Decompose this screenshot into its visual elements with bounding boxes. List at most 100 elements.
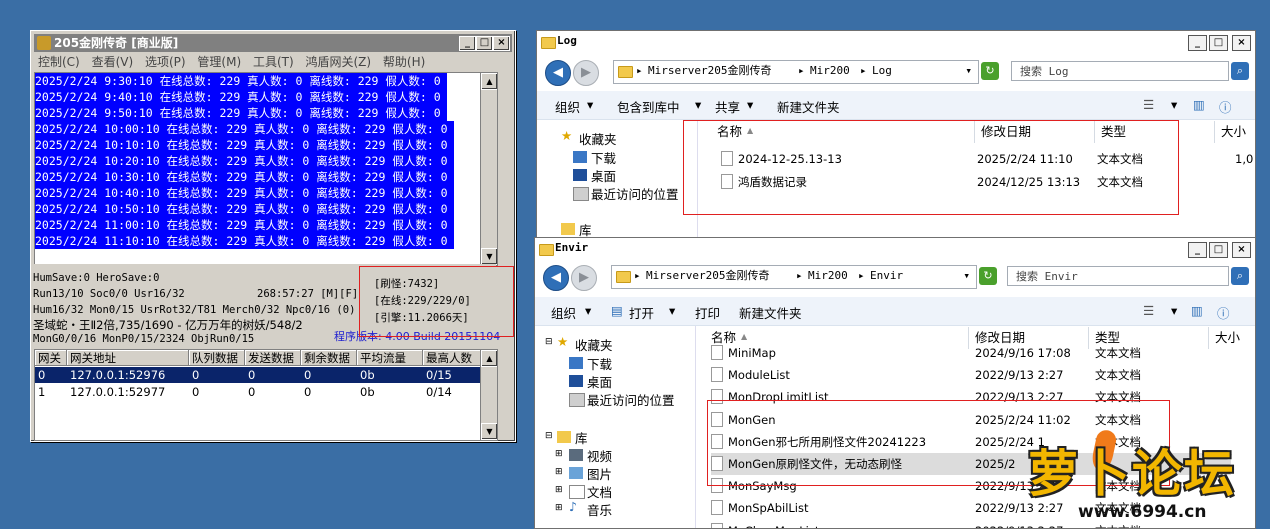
log-address-bar[interactable]: ▸ Mirserver205金刚传奇 ▸ Mir200 ▸ Log ▾ [613,60,979,84]
nav-documents[interactable]: 文档 [587,482,612,501]
cmd-print[interactable]: 打印 [695,303,720,322]
nav-pictures[interactable]: 图片 [587,464,612,483]
table-scrollbar[interactable]: ▲ ▼ [480,350,497,440]
menu-control[interactable]: 控制(C) [38,55,80,69]
menu-gateway[interactable]: 鸿盾网关(Z) [306,55,372,69]
maximize-button[interactable]: □ [476,36,493,51]
view-options-icon[interactable]: ☰ [1143,303,1154,318]
cmd-organize[interactable]: 组织 [551,303,576,322]
envir-address-bar[interactable]: ▸ Mirserver205金刚传奇 ▸ Mir200 ▸ Envir ▾ [611,265,977,289]
col-send[interactable]: 发送数据 [245,350,301,366]
crumb-envir[interactable]: Envir [870,266,903,286]
log-search-input[interactable]: 搜索 Log [1011,61,1229,81]
nav-favorites[interactable]: 收藏夹 [575,335,613,354]
expand-icon[interactable]: ⊞ [555,485,563,495]
cmd-organize[interactable]: 组织 [555,97,580,116]
expand-icon[interactable]: ⊞ [555,467,563,477]
address-dropdown-icon[interactable]: ▾ [963,266,970,286]
col-gateway[interactable]: 网关 [35,350,67,366]
scroll-up-icon[interactable]: ▲ [481,73,497,90]
cmd-include-library[interactable]: 包含到库中 [617,97,680,116]
menu-manage[interactable]: 管理(M) [197,55,241,69]
menu-tools[interactable]: 工具(T) [253,55,294,69]
log-line: 2025/2/24 10:10:10 在线总数: 229 真人数: 0 离线数:… [35,137,497,153]
close-button[interactable]: × [1232,35,1251,51]
nav-desktop[interactable]: 桌面 [587,372,612,391]
text-file-icon [711,367,723,383]
help-icon[interactable]: ⓘ [1219,97,1232,116]
maximize-button[interactable]: □ [1209,35,1228,51]
address-dropdown-icon[interactable]: ▾ [965,61,972,81]
view-options-icon[interactable]: ☰ [1143,97,1154,112]
minimize-button[interactable]: _ [1188,242,1207,258]
cmd-new-folder[interactable]: 新建文件夹 [777,97,840,116]
preview-pane-icon[interactable]: ▥ [1193,97,1205,112]
col-address[interactable]: 网关地址 [67,350,189,366]
scroll-up-icon[interactable]: ▲ [481,350,497,367]
log-line-text: 2025/2/24 10:10:10 在线总数: 229 真人数: 0 离线数:… [35,137,454,153]
nav-downloads[interactable]: 下载 [587,354,612,373]
col-max[interactable]: 最高人数 [423,350,481,366]
gateway-table[interactable]: 网关 网关地址 队列数据 发送数据 剩余数据 平均流量 最高人数 0 127.0… [34,349,498,441]
cmd-open[interactable]: 打开 [629,303,654,322]
recent-places-icon [573,187,589,201]
crumb-mir200[interactable]: Mir200 [810,61,850,81]
expand-icon[interactable]: ⊟ [545,431,553,441]
envir-titlebar[interactable]: Envir _ □ × [535,238,1255,260]
maximize-button[interactable]: □ [1209,242,1228,258]
chevron-down-icon[interactable]: ▾ [1171,303,1177,318]
cmd-share[interactable]: 共享 [715,97,740,116]
chevron-down-icon: ▾ [587,97,594,112]
col-size[interactable]: 大小 [1215,121,1255,143]
nav-favorites[interactable]: 收藏夹 [579,129,617,148]
nav-desktop[interactable]: 桌面 [591,166,616,185]
log-scrollbar[interactable]: ▲ ▼ [480,73,497,265]
expand-icon[interactable]: ⊞ [555,449,563,459]
minimize-button[interactable]: _ [1188,35,1207,51]
preview-pane-icon[interactable]: ▥ [1191,303,1203,318]
nav-recent[interactable]: 最近访问的位置 [591,184,679,203]
back-button[interactable]: ◀ [545,60,571,86]
col-remain[interactable]: 剩余数据 [301,350,357,366]
chevron-down-icon[interactable]: ▾ [1171,97,1177,112]
nav-library[interactable]: 库 [575,428,588,447]
row0-gateway: 0 [38,368,46,382]
col-queue[interactable]: 队列数据 [189,350,245,366]
crumb-log[interactable]: Log [872,61,892,81]
game-server-titlebar[interactable]: 205金刚传奇 [商业版] _ □ × [34,34,512,52]
help-icon[interactable]: ⓘ [1217,303,1230,322]
close-button[interactable]: × [1232,242,1251,258]
expand-icon[interactable]: ⊟ [545,337,553,347]
close-button[interactable]: × [493,36,510,51]
nav-downloads[interactable]: 下载 [591,148,616,167]
back-button[interactable]: ◀ [543,265,569,291]
crumb-mirserver[interactable]: Mirserver205金刚传奇 [648,61,771,81]
log-titlebar[interactable]: Log _ □ × [537,31,1255,53]
scroll-down-icon[interactable]: ▼ [481,248,497,265]
expand-icon[interactable]: ⊞ [555,503,563,513]
minimize-button[interactable]: _ [459,36,476,51]
scroll-down-icon[interactable]: ▼ [481,423,497,440]
menu-options[interactable]: 选项(P) [145,55,186,69]
list-item[interactable]: MiniMap 2024/9/16 17:08 文本文档 [711,342,1231,364]
search-icon[interactable]: ⌕ [1231,62,1249,80]
col-traffic[interactable]: 平均流量 [357,350,423,366]
forward-button[interactable]: ▶ [573,60,599,86]
search-icon[interactable]: ⌕ [1231,267,1249,285]
menu-view[interactable]: 查看(V) [92,55,134,69]
refresh-button[interactable]: ↻ [979,267,997,285]
envir-search-input[interactable]: 搜索 Envir [1007,266,1229,286]
crumb-mir200[interactable]: Mir200 [808,266,848,286]
refresh-button[interactable]: ↻ [981,62,999,80]
log-panel[interactable]: 2025/2/24 9:30:10 在线总数: 229 真人数: 0 离线数: … [34,72,498,266]
forward-button[interactable]: ▶ [571,265,597,291]
crumb-mirserver[interactable]: Mirserver205金刚传奇 [646,266,769,286]
list-item[interactable]: ModuleList 2022/9/13 2:27 文本文档 [711,364,1231,386]
table-row[interactable]: 0 127.0.0.1:52976 0 0 0 0b 0/15 [35,367,481,383]
cmd-new-folder[interactable]: 新建文件夹 [739,303,802,322]
table-row[interactable]: 1 127.0.0.1:52977 0 0 0 0b 0/14 [35,384,481,400]
menu-help[interactable]: 帮助(H) [383,55,425,69]
nav-videos[interactable]: 视频 [587,446,612,465]
nav-recent[interactable]: 最近访问的位置 [587,390,675,409]
nav-music[interactable]: 音乐 [587,500,612,519]
